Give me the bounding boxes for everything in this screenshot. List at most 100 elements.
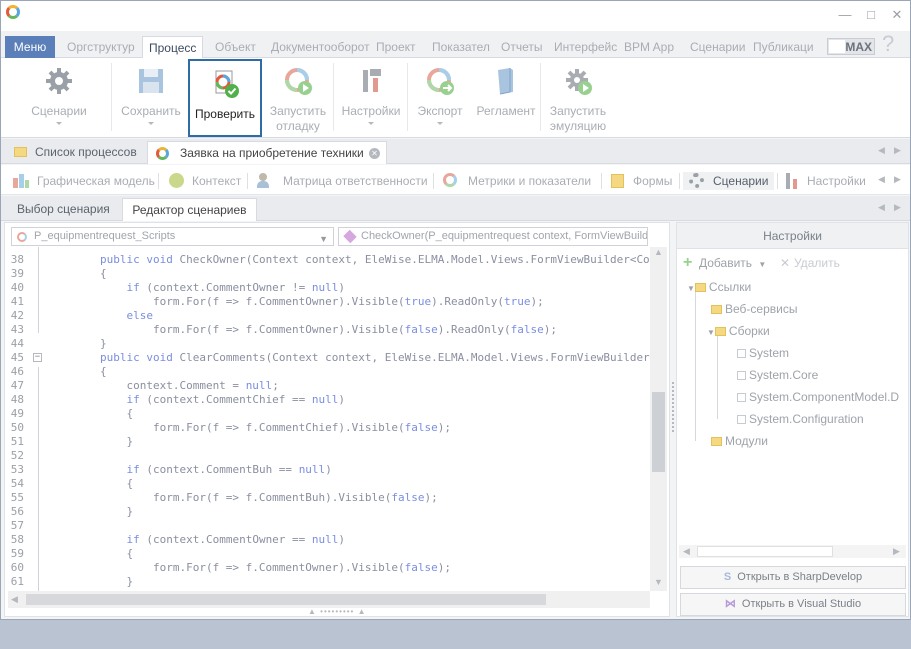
add-reference-button[interactable]: + Добавить ▼	[683, 255, 766, 271]
nav-tab-metrics[interactable]: Метрики и показатели	[441, 172, 591, 190]
code-area[interactable]: public void CheckOwner(Context context, …	[5, 247, 651, 591]
check-ribbon-button[interactable]: Проверить	[188, 59, 262, 137]
menu-tab-process[interactable]: Процесс	[142, 36, 204, 58]
tab-scenario-editor[interactable]: Редактор сценариев	[122, 198, 257, 221]
code-line: 50 form.For(f => f.CommentChief).Visible…	[5, 421, 651, 435]
debug-ribbon-button[interactable]: Запустить отладку	[263, 58, 333, 136]
button-label: Открыть в Visual Studio	[741, 598, 862, 610]
open-sharpdevelop-button[interactable]: S Открыть в SharpDevelop	[680, 566, 906, 589]
assembly-icon	[737, 393, 746, 402]
tree-node-system-configuration[interactable]: System.Configuration	[737, 411, 864, 427]
tab-scroll-right-icon[interactable]: ▶	[894, 145, 901, 156]
ribbon-label: Проверить	[194, 107, 255, 121]
code-line: 44 }	[5, 337, 651, 351]
tab-label: Заявка на приобретение техники	[180, 146, 364, 160]
editor-vertical-scrollbar[interactable]: ▲ ▼	[650, 247, 667, 591]
nav-tab-settings[interactable]: Настройки	[783, 172, 866, 190]
code-text: context.Comment = null;	[47, 379, 279, 392]
nav-tab-graphic-model[interactable]: Графическая модель	[11, 172, 155, 190]
menu-tab-project[interactable]: Проект	[376, 36, 416, 58]
tree-node-system-core[interactable]: System.Core	[737, 367, 818, 383]
nav-tab-scenarios[interactable]: Сценарии	[683, 172, 775, 190]
tree-node-system-componentmodel[interactable]: System.ComponentModel.D	[737, 389, 899, 405]
scroll-thumb[interactable]	[26, 594, 546, 605]
ribbon-separator	[540, 63, 541, 131]
code-line: 40 if (context.CommentOwner != null)	[5, 281, 651, 295]
menu-tab-documents[interactable]: Документооборот	[271, 36, 370, 58]
tree-horizontal-scrollbar[interactable]: ◀ ▶	[679, 545, 906, 558]
editor-horizontal-scrollbar[interactable]: ◀	[8, 591, 650, 608]
code-line: 46 {	[5, 365, 651, 379]
tree-node-assemblies[interactable]: ▼ Сборки	[707, 323, 770, 339]
code-line: 51 }	[5, 435, 651, 449]
tree-node-label: Модули	[725, 434, 768, 448]
ribbon-label: Сценарии	[31, 104, 87, 118]
chevron-down-icon	[368, 122, 374, 125]
menu-tab-object[interactable]: Объект	[215, 36, 256, 58]
scroll-left-icon[interactable]: ◀	[683, 546, 690, 557]
save-ribbon-button[interactable]: Сохранить	[115, 58, 187, 136]
code-line: 58 if (context.CommentOwner == null)	[5, 533, 651, 547]
nav-tab-forms[interactable]: Формы	[609, 172, 672, 190]
menu-tab-scenarios[interactable]: Сценарии	[690, 36, 745, 58]
nav-scroll-right-icon[interactable]: ▶	[894, 174, 901, 185]
code-line: 45 public void ClearComments(Context con…	[5, 351, 651, 365]
method-combo[interactable]: CheckOwner(P_equipmentrequest context, F…	[338, 227, 648, 246]
nav-tab-responsibility-matrix[interactable]: Матрица ответственности	[255, 172, 428, 190]
line-number: 46	[10, 365, 24, 378]
bottom-splitter-grip[interactable]: ▲ ••••••••• ▲	[308, 607, 367, 616]
scroll-down-icon[interactable]: ▼	[654, 577, 663, 587]
fold-collapse-icon[interactable]: −	[33, 353, 42, 362]
scroll-right-icon[interactable]: ▶	[893, 546, 900, 557]
code-line: 55 form.For(f => f.CommentBuh).Visible(f…	[5, 491, 651, 505]
menu-tab-orgstructure[interactable]: Оргструктур	[67, 36, 135, 58]
remove-reference-button[interactable]: ✕ Удалить	[780, 255, 840, 271]
tree-node-label: System.ComponentModel.D	[749, 390, 900, 404]
context-icon	[169, 173, 184, 188]
tree-node-system[interactable]: System	[737, 345, 789, 361]
line-number: 54	[10, 477, 24, 490]
menu-tab-bpm-app[interactable]: BPM App	[624, 36, 674, 58]
menu-tab-publications[interactable]: Публикаци	[753, 36, 814, 58]
folder-icon	[714, 327, 726, 336]
subtab-scroll-right-icon[interactable]: ▶	[894, 202, 901, 213]
menu-tab-reports[interactable]: Отчеты	[501, 36, 542, 58]
close-icon[interactable]: ✕	[889, 7, 905, 23]
scroll-left-icon[interactable]: ◀	[11, 594, 18, 605]
nav-separator	[247, 173, 248, 189]
tab-scroll-left-icon[interactable]: ◀	[878, 145, 885, 156]
code-text: form.For(f => f.CommentOwner).Visible(fa…	[47, 561, 451, 574]
settings-ribbon-button[interactable]: Настройки	[337, 58, 405, 136]
process-icon	[156, 147, 169, 160]
nav-scroll-left-icon[interactable]: ◀	[878, 174, 885, 185]
main-menu-button[interactable]: Меню	[5, 36, 55, 58]
minimize-icon[interactable]: —	[837, 7, 853, 23]
maximize-icon[interactable]: □	[863, 7, 879, 23]
tab-select-scenario[interactable]: Выбор сценария	[9, 198, 118, 221]
export-ribbon-button[interactable]: Экспорт	[409, 58, 471, 136]
nav-tab-context[interactable]: Контекст	[167, 172, 241, 190]
code-text: {	[47, 477, 134, 490]
subtab-scroll-left-icon[interactable]: ◀	[878, 202, 885, 213]
tree-node-modules[interactable]: Модули	[711, 433, 768, 449]
tab-process-list[interactable]: Список процессов	[11, 141, 137, 164]
help-icon[interactable]: ?	[882, 31, 894, 57]
scenarios-ribbon-button[interactable]: Сценарии	[19, 58, 99, 136]
scroll-up-icon[interactable]: ▲	[654, 247, 663, 257]
menu-tab-interface[interactable]: Интерфейс	[554, 36, 617, 58]
menu-tab-indicators[interactable]: Показател	[432, 36, 490, 58]
line-number: 49	[10, 407, 24, 420]
scroll-thumb[interactable]	[697, 546, 833, 557]
close-tab-icon[interactable]: ✕	[369, 148, 380, 159]
menu-bar: Меню Оргструктур Процесс Объект Документ…	[1, 31, 910, 58]
code-line: 56 }	[5, 505, 651, 519]
class-combo[interactable]: P_equipmentrequest_Scripts ▼	[11, 227, 334, 246]
max-toggle[interactable]: MAX	[827, 38, 875, 55]
emulation-ribbon-button[interactable]: Запустить эмуляцию	[543, 58, 613, 136]
open-visual-studio-button[interactable]: ⋈ Открыть в Visual Studio	[680, 593, 906, 616]
tree-node-web-services[interactable]: Веб-сервисы	[711, 301, 797, 317]
scroll-thumb[interactable]	[652, 392, 665, 472]
regulation-ribbon-button[interactable]: Регламент	[473, 58, 539, 136]
tab-equipment-request[interactable]: Заявка на приобретение техники ✕	[147, 141, 387, 164]
tree-node-links[interactable]: ▼ Ссылки	[687, 279, 751, 295]
